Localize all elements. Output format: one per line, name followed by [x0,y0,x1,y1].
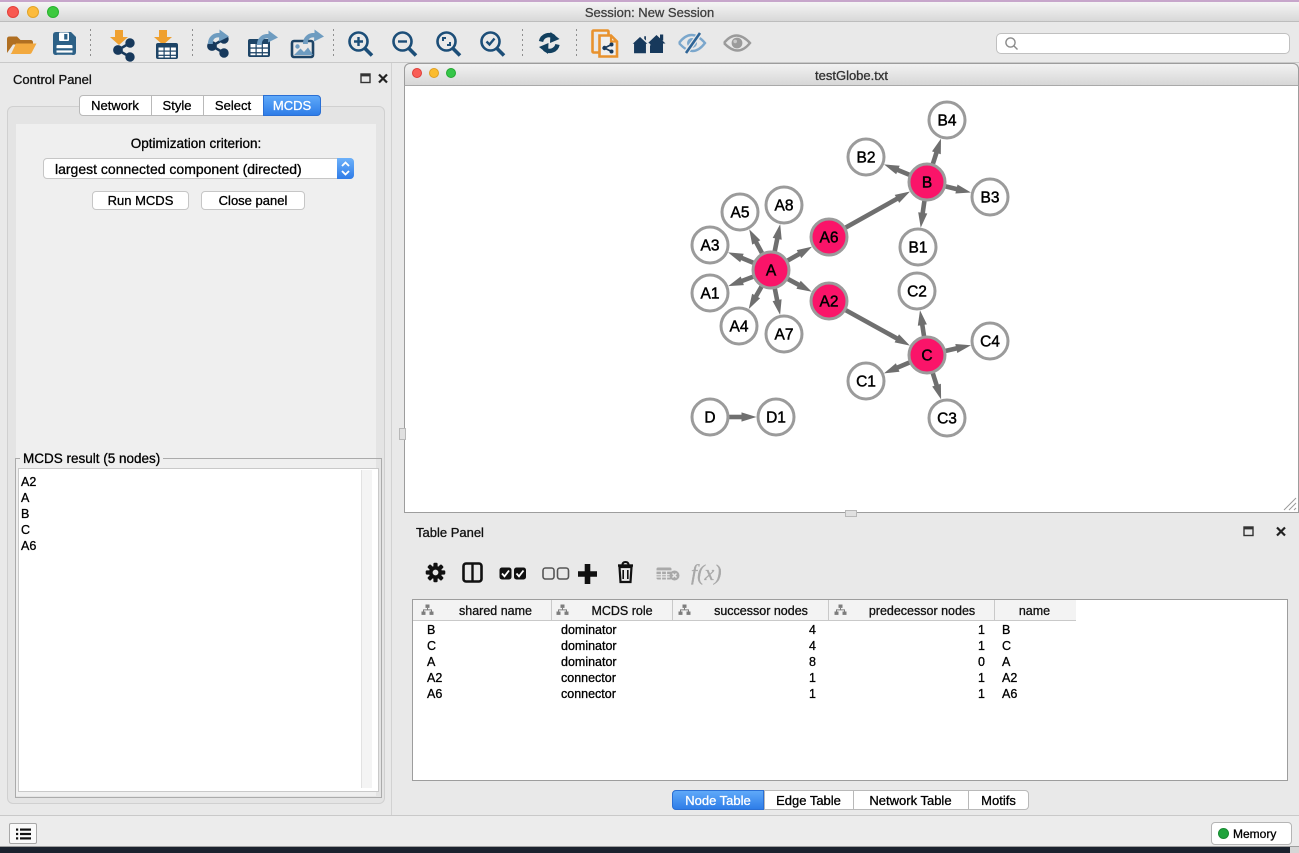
svg-text:C1: C1 [856,374,876,391]
svg-text:D: D [704,410,715,427]
svg-text:A1: A1 [701,286,720,303]
svg-text:A6: A6 [820,230,839,247]
svg-text:B4: B4 [938,113,957,130]
svg-text:A3: A3 [701,238,720,255]
svg-text:B: B [922,175,932,192]
svg-text:A4: A4 [730,319,749,336]
svg-text:A: A [766,263,777,280]
svg-text:A5: A5 [731,205,750,222]
svg-text:A8: A8 [775,198,794,215]
svg-text:B1: B1 [909,240,928,257]
svg-text:B2: B2 [857,150,876,167]
svg-text:A2: A2 [820,294,839,311]
svg-text:C3: C3 [937,411,957,428]
svg-text:D1: D1 [766,410,786,427]
svg-text:A7: A7 [775,327,794,344]
svg-text:C: C [921,348,932,365]
svg-text:C2: C2 [907,284,927,301]
svg-text:B3: B3 [981,190,1000,207]
svg-text:C4: C4 [980,334,1000,351]
